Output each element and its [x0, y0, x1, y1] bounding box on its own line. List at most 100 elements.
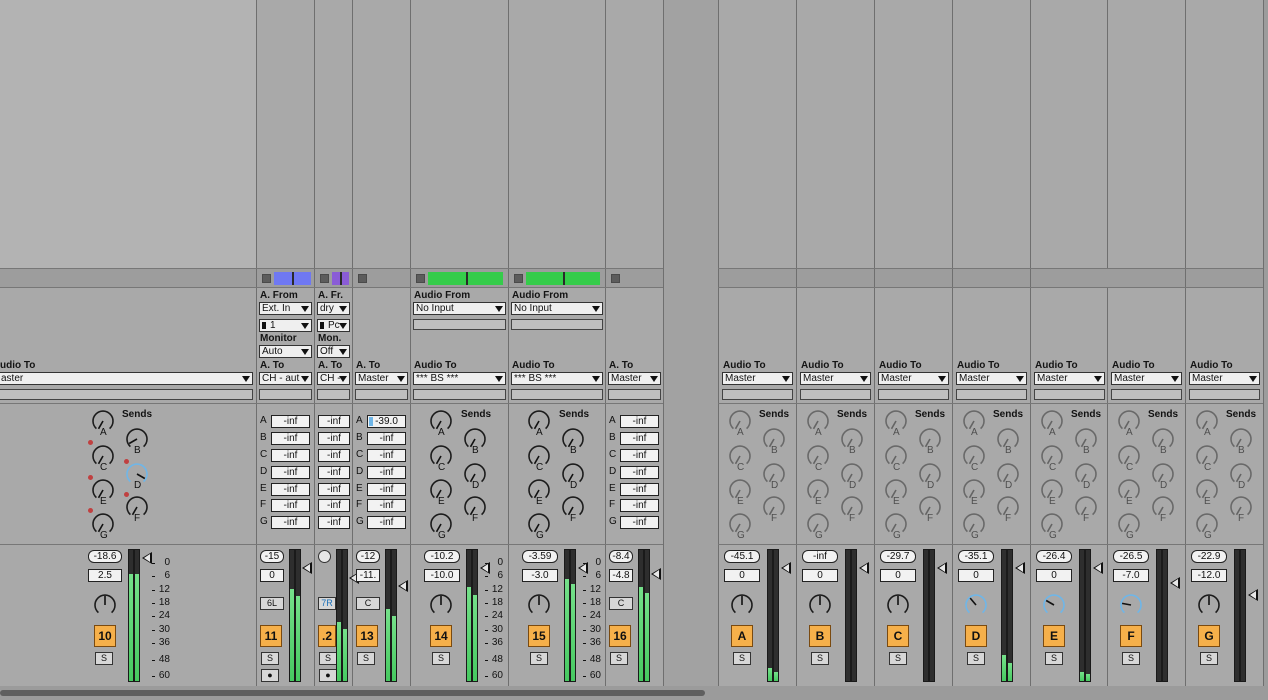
send-value-c[interactable]: -inf [271, 449, 310, 462]
volume-fader-handle[interactable] [651, 568, 661, 580]
track-pan-value[interactable]: 2.5 [88, 569, 122, 582]
solo-button[interactable]: S [261, 652, 279, 665]
horizontal-scrollbar[interactable] [0, 686, 1268, 700]
audio-to-channel-box[interactable] [878, 389, 949, 400]
audio-to-channel-box[interactable] [259, 389, 312, 400]
return-pan-value[interactable]: -12.0 [1191, 569, 1227, 582]
track-volume-value[interactable]: -8.4 [609, 550, 633, 563]
return-activator-button[interactable]: F [1120, 625, 1142, 647]
send-value-f[interactable]: -inf [367, 499, 406, 512]
pan-mode-button[interactable]: C [609, 597, 633, 610]
pan-knob[interactable] [807, 592, 833, 618]
send-value-b[interactable]: -inf [271, 432, 310, 445]
volume-fader-handle[interactable] [302, 562, 312, 574]
pan-knob[interactable] [428, 592, 454, 618]
audio-to-dropdown[interactable]: Master [722, 372, 793, 385]
audio-to-dropdown[interactable]: Master [878, 372, 949, 385]
audio-to-channel-box[interactable] [0, 389, 253, 400]
track-pan-value[interactable]: -11. [356, 569, 380, 582]
send-value-g[interactable]: -inf [271, 516, 310, 529]
clip-stop-button[interactable] [416, 274, 425, 283]
audio-to-dropdown[interactable]: aster [0, 372, 253, 385]
return-volume-value[interactable]: -45.1 [724, 550, 760, 563]
arm-button[interactable]: ● [319, 669, 337, 682]
audio-to-dropdown[interactable]: Master [800, 372, 871, 385]
track-pan-value[interactable]: 0 [260, 569, 284, 582]
return-activator-button[interactable]: G [1198, 625, 1220, 647]
track-volume-value[interactable]: -3.59 [522, 550, 558, 563]
return-activator-button[interactable]: B [809, 625, 831, 647]
input-channel-dropdown[interactable]: 1 [259, 319, 312, 332]
audio-to-channel-box[interactable] [722, 389, 793, 400]
audio-to-channel-box[interactable] [317, 389, 350, 400]
audio-to-channel-box[interactable] [608, 389, 661, 400]
audio-to-dropdown[interactable]: Master [608, 372, 661, 385]
pan-knob[interactable] [885, 592, 911, 618]
clip-stop-button[interactable] [611, 274, 620, 283]
pan-knob[interactable] [92, 592, 118, 618]
send-value-d[interactable]: -inf [620, 466, 659, 479]
track-pan-value[interactable]: -4.8 [609, 569, 633, 582]
volume-fader-handle[interactable] [142, 552, 152, 564]
audio-from-dropdown[interactable]: dry [317, 302, 350, 315]
clip-stop-button[interactable] [262, 274, 271, 283]
solo-button[interactable]: S [432, 652, 450, 665]
return-volume-value[interactable]: -35.1 [958, 550, 994, 563]
track-color-strip[interactable] [274, 272, 311, 285]
send-value-a[interactable]: -inf [318, 415, 350, 428]
return-volume-value[interactable]: -inf [802, 550, 838, 563]
send-value-e[interactable]: -inf [367, 483, 406, 496]
audio-to-dropdown[interactable]: *** BS *** [413, 372, 506, 385]
audio-to-channel-box[interactable] [1111, 389, 1182, 400]
solo-button[interactable]: S [319, 652, 337, 665]
track-color-strip[interactable] [526, 272, 600, 285]
send-value-d[interactable]: -inf [271, 466, 310, 479]
pan-knob[interactable] [1118, 592, 1144, 618]
pan-knob[interactable] [963, 592, 989, 618]
pan-knob[interactable] [729, 592, 755, 618]
send-value-d[interactable]: -inf [318, 466, 350, 479]
input-channel-box[interactable] [413, 319, 506, 330]
send-value-a[interactable]: -inf [620, 415, 659, 428]
send-value-d[interactable]: -inf [367, 466, 406, 479]
track-color-strip[interactable] [332, 272, 349, 285]
return-volume-value[interactable]: -29.7 [880, 550, 916, 563]
track-volume-value[interactable]: -10.2 [424, 550, 460, 563]
track-activator-button[interactable]: 13 [356, 625, 378, 647]
return-pan-value[interactable]: -7.0 [1113, 569, 1149, 582]
audio-to-dropdown[interactable]: CH - aut [259, 372, 312, 385]
track-activator-button[interactable]: 14 [430, 625, 452, 647]
return-volume-value[interactable]: -26.5 [1113, 550, 1149, 563]
solo-button[interactable]: S [889, 652, 907, 665]
volume-fader-handle[interactable] [859, 562, 869, 574]
input-channel-dropdown[interactable]: Pc [317, 319, 350, 332]
scrollbar-thumb[interactable] [0, 690, 705, 696]
audio-from-dropdown[interactable]: No Input [511, 302, 603, 315]
input-channel-box[interactable] [511, 319, 603, 330]
send-value-e[interactable]: -inf [318, 483, 350, 496]
volume-fader-handle[interactable] [398, 580, 408, 592]
audio-to-channel-box[interactable] [1189, 389, 1260, 400]
send-value-b[interactable]: -inf [318, 432, 350, 445]
monitor-dropdown[interactable]: Off [317, 345, 350, 358]
audio-from-dropdown[interactable]: Ext. In [259, 302, 312, 315]
return-pan-value[interactable]: 0 [724, 569, 760, 582]
clip-stop-button[interactable] [514, 274, 523, 283]
track-activator-button[interactable]: 10 [94, 625, 116, 647]
send-value-a[interactable]: -inf [271, 415, 310, 428]
audio-to-dropdown[interactable]: Master [355, 372, 408, 385]
solo-button[interactable]: S [610, 652, 628, 665]
solo-button[interactable]: S [1200, 652, 1218, 665]
solo-button[interactable]: S [967, 652, 985, 665]
send-value-f[interactable]: -inf [271, 499, 310, 512]
send-value-c[interactable]: -inf [367, 449, 406, 462]
audio-to-dropdown[interactable]: *** BS *** [511, 372, 603, 385]
volume-fader-handle[interactable] [937, 562, 947, 574]
track-volume-value[interactable]: -18.6 [88, 550, 122, 563]
monitor-dropdown[interactable]: Auto [259, 345, 312, 358]
pan-knob[interactable] [1041, 592, 1067, 618]
audio-from-dropdown[interactable]: No Input [413, 302, 506, 315]
send-value-g[interactable]: -inf [367, 516, 406, 529]
volume-fader-handle[interactable] [1015, 562, 1025, 574]
return-pan-value[interactable]: 0 [880, 569, 916, 582]
